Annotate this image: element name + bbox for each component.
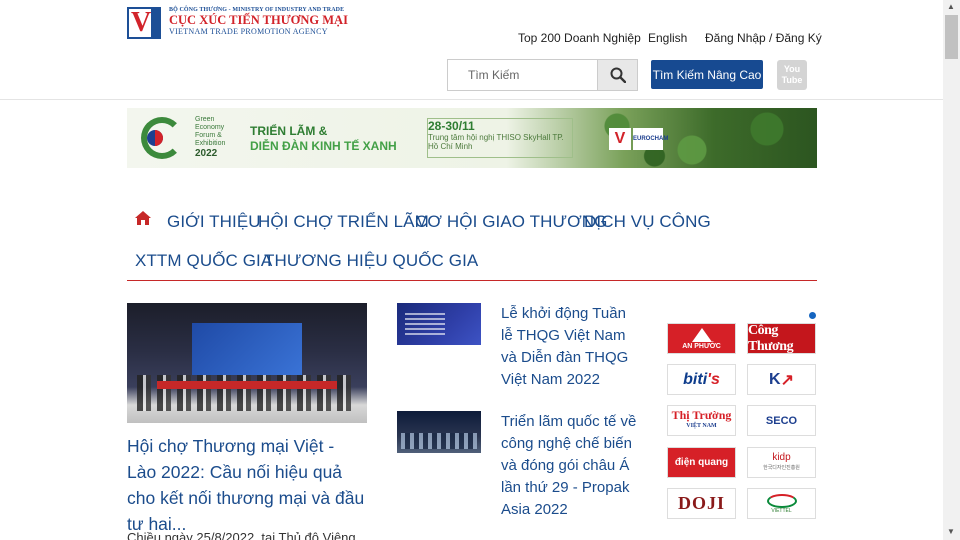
bitis-text: biti [683,370,708,388]
congthuong-text: Công Thương [748,323,794,354]
banner-venue: Trung tâm hội nghị THISO SkyHall TP. Hồ … [428,133,564,151]
nav-dich-vu-cong[interactable]: DỊCH VỤ CÔNG [584,212,711,232]
top200-link[interactable]: Top 200 Doanh Nghiệp [518,31,641,45]
anphuoc-text: AN PHƯỚC [682,342,721,350]
youtube-icon[interactable]: You Tube [777,60,807,90]
banner-date: 28-30/11 [428,119,475,133]
youtube-label-1: You [783,64,801,74]
news-thumbnail[interactable] [397,303,481,345]
green-economy-banner[interactable]: Green Economy Forum & Exhibition 2022 TR… [127,108,817,168]
featured-ribbon [157,381,337,389]
partner-viettel-logo[interactable]: VIETTEL [747,488,816,519]
banner-year: 2022 [195,148,218,159]
banner-eu-vn-flag-icon [147,130,163,146]
news-thumbnail[interactable] [397,411,481,453]
featured-stage-screen [192,323,302,375]
doji-text: DOJI [677,493,725,513]
nav-co-hoi-giao-thuong[interactable]: CƠ HỘI GIAO THƯƠNG [415,212,608,232]
scroll-up-icon[interactable]: ▲ [947,2,955,11]
bitis-apostrophe: 's [707,370,720,388]
dienquang-text: điện quang [674,457,729,468]
search-box [447,59,638,91]
partner-kfa-logo[interactable]: K ↗ [747,364,816,395]
search-button[interactable] [597,60,637,90]
kfa-arrow-icon: ↗ [780,371,794,389]
advanced-search-button[interactable]: Tìm Kiếm Nâng Cao [651,60,763,89]
featured-image[interactable] [127,303,367,423]
page-scrollbar[interactable]: ▲ ▼ [943,0,960,540]
site-header: V BỘ CÔNG THƯƠNG - MINISTRY OF INDUSTRY … [0,0,943,100]
banner-title: TRIỂN LÃM & DIỄN ĐÀN KINH TẾ XANH [250,124,397,154]
search-icon [610,67,626,83]
nav-gioi-thieu[interactable]: GIỚI THIỆU [167,212,261,232]
home-icon[interactable] [134,210,152,226]
nav-thuong-hieu-quoc-gia[interactable]: THƯƠNG HIỆU QUỐC GIA [264,251,478,271]
partner-anphuoc-logo[interactable]: AN PHƯỚC [667,323,736,354]
nav-hoi-cho-trien-lam[interactable]: HỘI CHỢ TRIỂN LÃM [258,212,429,232]
banner-partner-logos: V EUROCHAM [609,128,668,150]
eurocham-logo: EUROCHAM [633,128,668,150]
kidp-sub: 한국디자인진흥원 [763,464,800,471]
scroll-down-icon[interactable]: ▼ [947,527,955,536]
seco-text: SECO [765,414,798,427]
kfa-text: K [769,370,781,388]
partner-kidp-logo[interactable]: kidp 한국디자인진흥원 [747,447,816,478]
news-title-link[interactable]: Triển lãm quốc tế về công nghệ chế biến … [501,411,641,521]
banner-title-line1: TRIỂN LÃM & [250,124,328,138]
logo-agency-vn: CỤC XÚC TIẾN THƯƠNG MẠI [169,13,348,27]
banner-event-name: Green Economy Forum & Exhibition [195,116,226,147]
logo-mark: V [127,7,161,39]
carousel-dot[interactable] [809,312,816,319]
banner-title-line2: DIỄN ĐÀN KINH TẾ XANH [250,139,397,153]
viettel-ring-icon [766,493,797,508]
vietrade-logo-icon: V [609,128,631,150]
featured-description: Chiều ngày 25/8/2022, tại Thủ đô Viêng [127,530,356,540]
featured-title-link[interactable]: Hội chợ Thương mại Việt - Lào 2022: Cầu … [127,433,367,537]
scrollbar-thumb[interactable] [945,15,958,59]
site-logo[interactable]: V BỘ CÔNG THƯƠNG - MINISTRY OF INDUSTRY … [127,7,348,39]
search-input[interactable] [448,60,598,90]
partner-bitis-logo[interactable]: biti's [667,364,736,395]
nav-xttm-quoc-gia[interactable]: XTTM QUỐC GIA [135,251,272,271]
banner-date-box: 28-30/11 Trung tâm hội nghị THISO SkyHal… [427,118,573,158]
viettel-text: VIETTEL [771,507,792,514]
thitruong-text: Thị Trường [671,407,732,422]
partner-dienquang-logo[interactable]: điện quang [667,447,736,478]
youtube-label-2: Tube [781,75,803,85]
banner-forest-image [567,108,817,168]
logo-agency-en: VIETNAM TRADE PROMOTION AGENCY [169,27,328,36]
login-register-link[interactable]: Đăng Nhập / Đăng Ký [705,31,822,45]
logo-text: BỘ CÔNG THƯƠNG - MINISTRY OF INDUSTRY AN… [169,7,348,36]
kidp-text: kidp [772,451,791,463]
partner-thitruong-logo[interactable]: Thị Trường VIỆT NAM [667,405,736,436]
partner-doji-logo[interactable]: DOJI [667,488,736,519]
partner-seco-logo[interactable]: SECO [747,405,816,436]
english-link[interactable]: English [648,31,687,45]
partner-congthuong-logo[interactable]: Công Thương [747,323,816,354]
news-title-link[interactable]: Lễ khởi động Tuần lễ THQG Việt Nam và Di… [501,303,641,391]
main-nav: GIỚI THIỆU HỘI CHỢ TRIỂN LÃM CƠ HỘI GIAO… [127,200,817,281]
thitruong-sub: VIỆT NAM [686,422,717,429]
anphuoc-mountain-icon [691,327,712,342]
